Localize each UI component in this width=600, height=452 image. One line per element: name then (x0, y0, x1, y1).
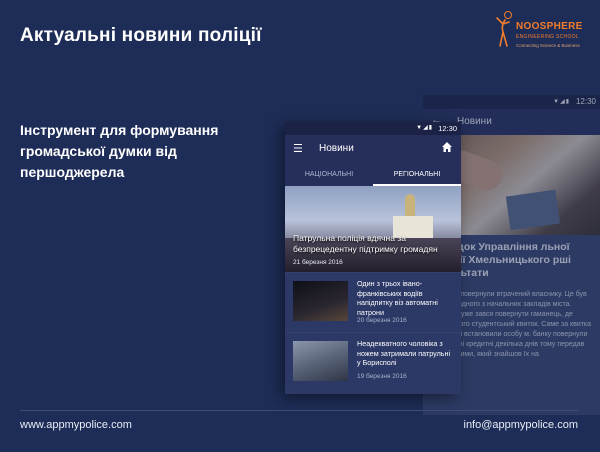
phone-front-screenshot: ▼◢▮ 12:30 ☰ Новини НАЦІОНАЛЬНІ РЕГІОНАЛЬ… (285, 122, 461, 394)
photo-document (505, 189, 561, 231)
logo-name: NOOSPHERE (516, 21, 583, 32)
slide-title: Актуальні новини поліції (20, 25, 262, 46)
footer-website[interactable]: www.appmypolice.com (20, 419, 132, 431)
news-list-item[interactable]: Один з трьох івано-франківських водіїв н… (285, 272, 461, 332)
hero-news-card[interactable]: Патрульна поліція вдячна за безпрецедент… (285, 186, 461, 272)
toolbar-title: Новини (457, 116, 492, 127)
app-toolbar: ☰ Новини (285, 135, 461, 163)
footer-email[interactable]: info@appmypolice.com (464, 419, 579, 431)
footer-divider (20, 410, 578, 411)
noosphere-logo: NOOSPHERE ENGINEERING SCHOOL Connecting … (493, 10, 593, 55)
status-bar: ▼◢▮ 12:30 (285, 122, 461, 135)
hero-date: 21 березня 2016 (293, 259, 343, 266)
news-thumbnail (293, 281, 348, 321)
news-tabs: НАЦІОНАЛЬНІ РЕГІОНАЛЬНІ (285, 163, 461, 186)
tab-regional[interactable]: РЕГІОНАЛЬНІ (373, 163, 461, 186)
news-date: 19 березня 2016 (357, 373, 407, 380)
tab-national[interactable]: НАЦІОНАЛЬНІ (285, 163, 373, 186)
logo-tagline: Connecting Science & Business (516, 43, 580, 48)
news-date: 20 березня 2016 (357, 317, 407, 324)
noosphere-figure-icon (496, 11, 512, 47)
logo-subtitle: ENGINEERING SCHOOL (516, 34, 579, 40)
status-time: 12:30 (438, 124, 457, 133)
status-bar: ▼◢▮ 12:30 (423, 95, 600, 109)
signal-icon: ▼◢▮ (553, 99, 570, 105)
news-thumbnail (293, 341, 348, 381)
news-list-item[interactable]: Неадекватного чоловіка з ножем затримали… (285, 332, 461, 392)
menu-icon[interactable]: ☰ (293, 142, 303, 155)
news-headline: Один з трьох івано-франківських водіїв н… (357, 279, 438, 317)
home-icon[interactable] (441, 141, 453, 153)
signal-icon: ▼◢▮ (416, 125, 433, 131)
status-time: 12:30 (575, 97, 596, 106)
hero-headline: Патрульна поліція вдячна за безпрецедент… (293, 233, 438, 254)
news-headline: Неадекватного чоловіка з ножем затримали… (357, 339, 451, 367)
slide-subtitle: Інструмент для формування громадської ду… (20, 122, 219, 180)
toolbar-title: Новини (319, 143, 354, 154)
